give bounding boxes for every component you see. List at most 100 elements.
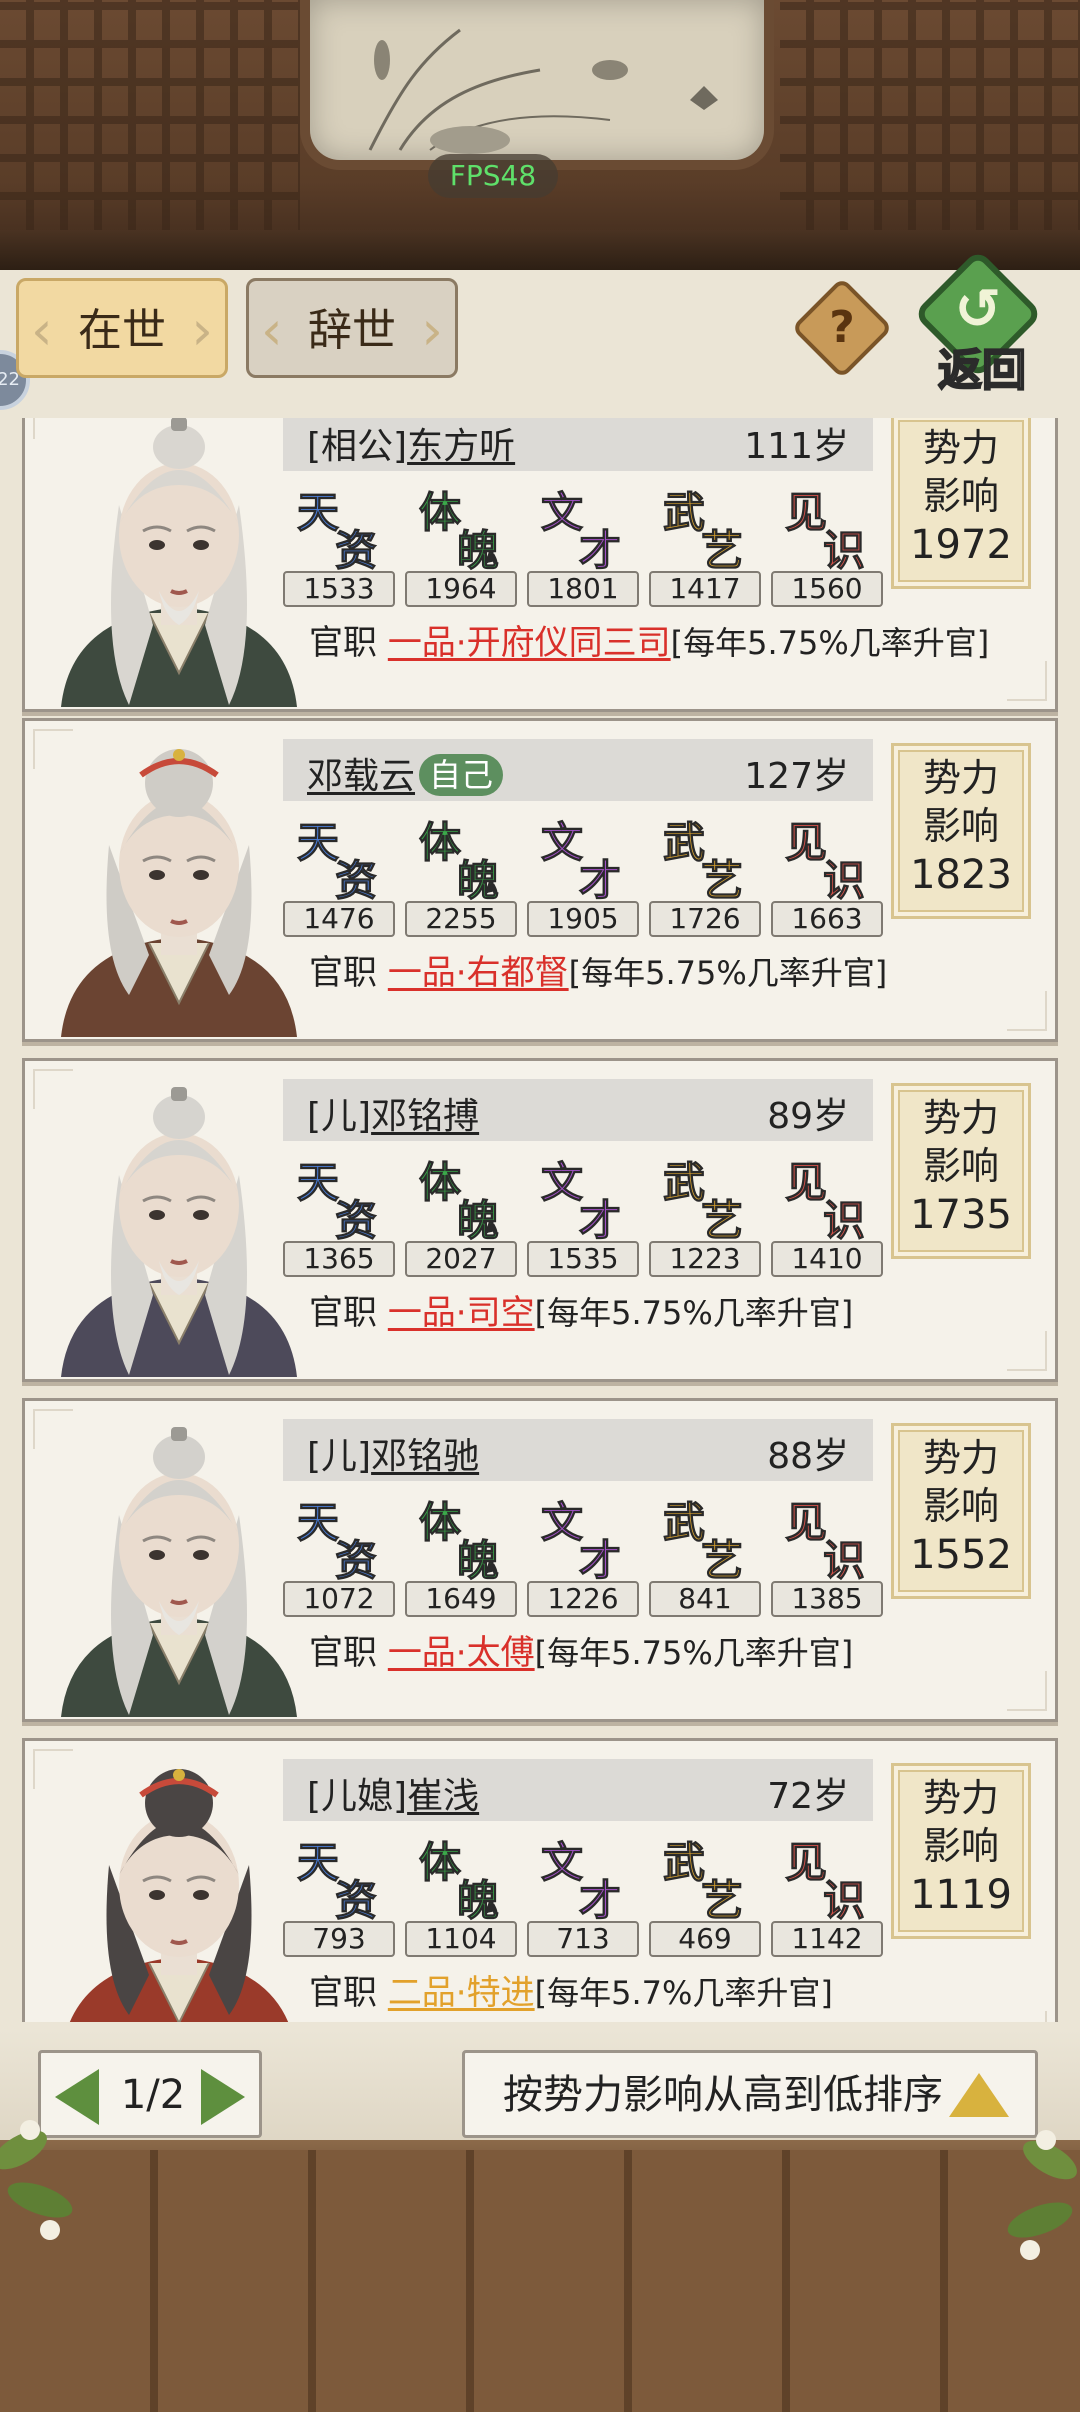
office-label: 官职 xyxy=(309,1973,377,2013)
stat-value: 1410 xyxy=(771,1241,883,1277)
member-name[interactable]: 邓载云 自己 xyxy=(307,747,504,799)
stat-name-char: 魄 xyxy=(456,1536,500,1586)
stat-name-char: 文 xyxy=(540,488,584,538)
member-card[interactable]: [儿媳]崔浅 72岁 天 资 793 体 魄 1104 文 才 713 武 艺 … xyxy=(22,1738,1058,2022)
stat-value: 1560 xyxy=(771,571,883,607)
question-icon[interactable]: ? xyxy=(806,292,878,364)
page-indicator: 1/2 xyxy=(120,2072,186,2118)
member-card[interactable]: [相公]东方听 111岁 天 资 1533 体 魄 1964 文 才 1801 … xyxy=(22,418,1058,712)
member-age: 89岁 xyxy=(767,1096,849,1137)
member-name-text: 邓铭搏 xyxy=(371,1096,480,1137)
power-label-1: 势力 xyxy=(922,1096,999,1140)
stat-value: 1964 xyxy=(405,571,517,607)
stat-name-char: 体 xyxy=(418,1158,462,1208)
tab-alive[interactable]: ‹ 在世 › xyxy=(16,278,228,378)
power-label-1: 势力 xyxy=(922,1776,999,1820)
stat-block: 文 才 1801 xyxy=(527,479,641,609)
back-label: 返回 xyxy=(937,344,1027,397)
power-value: 1552 xyxy=(910,1532,1012,1578)
stat-value: 2255 xyxy=(405,901,517,937)
stat-value: 1801 xyxy=(527,571,639,607)
stat-value: 1663 xyxy=(771,901,883,937)
power-label-1: 势力 xyxy=(922,1436,999,1480)
fps-counter: FPS48 xyxy=(428,154,558,198)
stat-name-char: 文 xyxy=(540,1158,584,1208)
stat-name-char: 艺 xyxy=(700,1876,744,1926)
power-influence-box: 势力 影响 1823 xyxy=(891,743,1031,919)
office-rank-link[interactable]: 二品·特进 xyxy=(388,1973,535,2013)
arrow-right-icon[interactable] xyxy=(201,2069,245,2125)
power-influence-box: 势力 影响 1552 xyxy=(891,1423,1031,1599)
stat-value: 469 xyxy=(649,1921,761,1957)
stat-block: 见 识 1385 xyxy=(771,1489,885,1619)
member-card[interactable]: 邓载云 自己 127岁 天 资 1476 体 魄 2255 文 才 1905 武… xyxy=(22,718,1058,1042)
corner-ornament xyxy=(1007,1671,1047,1711)
stat-name-char: 文 xyxy=(540,818,584,868)
tab-alive-label: 在世 xyxy=(78,305,166,356)
stats-row: 天 资 1365 体 魄 2027 文 才 1535 武 艺 1223 见 识 … xyxy=(283,1149,883,1279)
name-bar: [儿]邓铭搏 89岁 xyxy=(283,1079,873,1141)
member-card[interactable]: [儿]邓铭驰 88岁 天 资 1072 体 魄 1649 文 才 1226 武 … xyxy=(22,1398,1058,1722)
stat-name-char: 识 xyxy=(822,1196,866,1246)
name-bar: [儿]邓铭驰 88岁 xyxy=(283,1419,873,1481)
member-name[interactable]: [儿]邓铭搏 xyxy=(307,1087,479,1139)
back-button[interactable]: ↺ 返回 xyxy=(912,248,1044,397)
sort-label: 按势力影响从高到低排序 xyxy=(503,2072,943,2118)
stat-name-char: 体 xyxy=(418,1838,462,1888)
promotion-note: [每年5.75%几率升官] xyxy=(568,954,888,992)
power-label-2: 影响 xyxy=(922,1484,999,1528)
stat-block: 武 艺 841 xyxy=(649,1489,763,1619)
stat-block: 文 才 1226 xyxy=(527,1489,641,1619)
power-value: 1119 xyxy=(910,1872,1012,1918)
office-rank-link[interactable]: 一品·开府仪同三司 xyxy=(388,623,671,663)
corner-ornament xyxy=(1007,1331,1047,1371)
stat-value: 1533 xyxy=(283,571,395,607)
office-rank-link[interactable]: 一品·太傅 xyxy=(388,1633,535,1673)
power-label-2: 影响 xyxy=(922,1824,999,1868)
power-label-2: 影响 xyxy=(922,1144,999,1188)
stat-name-char: 天 xyxy=(296,488,340,538)
member-name[interactable]: [儿媳]崔浅 xyxy=(307,1767,479,1819)
member-list[interactable]: [相公]东方听 111岁 天 资 1533 体 魄 1964 文 才 1801 … xyxy=(0,418,1080,2022)
tab-deceased-label: 辞世 xyxy=(308,305,396,356)
stat-value: 1365 xyxy=(283,1241,395,1277)
member-age: 127岁 xyxy=(744,756,849,797)
stat-block: 天 资 1365 xyxy=(283,1149,397,1279)
member-name[interactable]: [儿]邓铭驰 xyxy=(307,1427,479,1479)
stat-name-char: 武 xyxy=(662,1158,706,1208)
power-influence-box: 势力 影响 1735 xyxy=(891,1083,1031,1259)
power-influence-box: 势力 影响 1119 xyxy=(891,1763,1031,1939)
stat-name-char: 资 xyxy=(334,526,378,576)
stat-block: 见 识 1410 xyxy=(771,1149,885,1279)
member-name[interactable]: [相公]东方听 xyxy=(307,418,515,469)
office-rank-link[interactable]: 一品·右都督 xyxy=(388,953,569,993)
stat-block: 体 魄 1104 xyxy=(405,1829,519,1959)
stat-name-char: 资 xyxy=(334,1876,378,1926)
tab-deceased[interactable]: ‹ 辞世 › xyxy=(246,278,458,378)
stat-block: 体 魄 1649 xyxy=(405,1489,519,1619)
stat-name-char: 艺 xyxy=(700,526,744,576)
member-card[interactable]: [儿]邓铭搏 89岁 天 资 1365 体 魄 2027 文 才 1535 武 … xyxy=(22,1058,1058,1382)
stat-name-char: 魄 xyxy=(456,856,500,906)
stat-block: 天 资 1072 xyxy=(283,1489,397,1619)
power-label-1: 势力 xyxy=(922,426,999,470)
stat-name-char: 识 xyxy=(822,526,866,576)
sort-button[interactable]: 按势力影响从高到低排序 xyxy=(462,2050,1038,2138)
relation-prefix: [儿媳] xyxy=(307,1776,408,1817)
member-name-text: 邓铭驰 xyxy=(371,1436,480,1477)
stat-name-char: 艺 xyxy=(700,1196,744,1246)
office-rank-link[interactable]: 一品·司空 xyxy=(388,1293,535,1333)
stat-block: 体 魄 1964 xyxy=(405,479,519,609)
stat-value: 841 xyxy=(649,1581,761,1617)
orchid-painting xyxy=(300,0,774,170)
name-bar: [儿媳]崔浅 72岁 xyxy=(283,1759,873,1821)
stat-name-char: 见 xyxy=(784,818,828,868)
stat-block: 体 魄 2027 xyxy=(405,1149,519,1279)
stat-name-char: 魄 xyxy=(456,1196,500,1246)
stat-name-char: 武 xyxy=(662,488,706,538)
stat-name-char: 艺 xyxy=(700,856,744,906)
stat-block: 天 资 793 xyxy=(283,1829,397,1959)
stat-block: 武 艺 1417 xyxy=(649,479,763,609)
flower-plant-left xyxy=(0,2120,73,2240)
promotion-note: [每年5.7%几率升官] xyxy=(534,1974,833,2012)
